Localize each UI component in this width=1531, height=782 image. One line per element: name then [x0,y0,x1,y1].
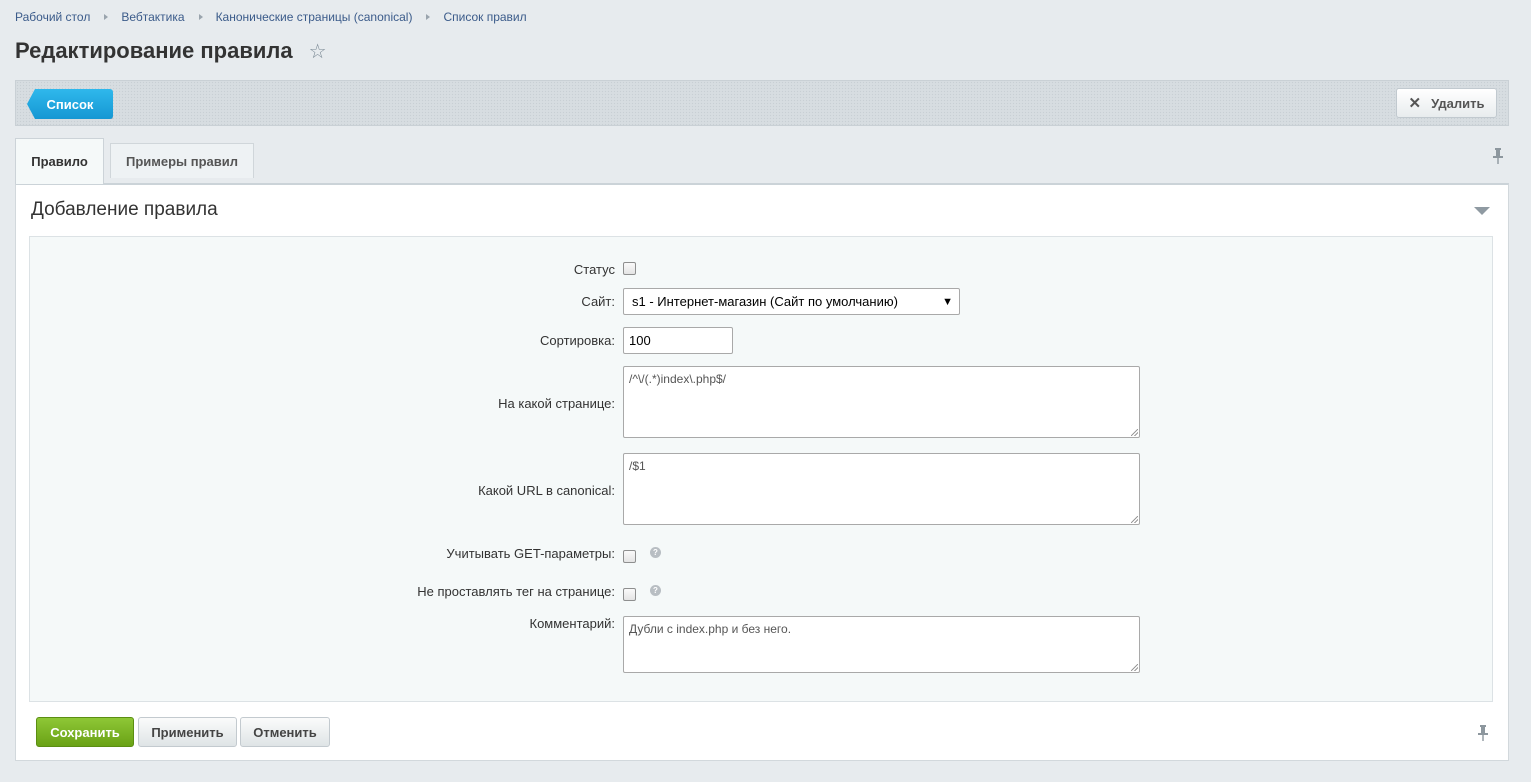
pin-icon[interactable] [1478,725,1488,745]
no-tag-checkbox[interactable] [623,588,636,601]
comment-textarea[interactable]: Дубли с index.php и без него. [623,616,1140,673]
breadcrumb-item-desktop[interactable]: Рабочий стол [15,10,90,24]
form-area: Статус Сайт: s1 - Интернет-магазин (Сайт… [29,236,1493,702]
pin-icon[interactable] [1493,148,1503,168]
site-select-value: s1 - Интернет-магазин (Сайт по умолчанию… [632,294,898,309]
list-button[interactable]: Список [27,89,113,119]
page-title: Редактирование правила [15,38,293,63]
save-button[interactable]: Сохранить [36,717,134,747]
page-label: На какой странице: [498,396,615,411]
status-label: Статус [573,262,615,277]
toolbar: Список ✕ Удалить [15,80,1509,126]
breadcrumb-separator-icon [104,14,109,20]
breadcrumb-item-rules-list[interactable]: Список правил [443,10,526,24]
star-icon[interactable]: ☆ [309,39,327,64]
close-icon: ✕ [1408,95,1422,112]
get-params-label: Учитывать GET-параметры: [446,546,615,561]
site-label: Сайт: [581,294,615,309]
site-select[interactable]: s1 - Интернет-магазин (Сайт по умолчанию… [623,288,960,315]
delete-button-label: Удалить [1431,95,1485,111]
breadcrumb: Рабочий стол Вебтактика Канонические стр… [15,10,527,24]
breadcrumb-separator-icon [198,14,203,20]
status-checkbox[interactable] [623,262,636,275]
canonical-label: Какой URL в canonical: [478,483,615,498]
help-icon[interactable]: ? [650,585,661,596]
chevron-down-icon: ▼ [942,296,953,308]
chevron-down-icon[interactable] [1474,207,1490,215]
apply-button[interactable]: Применить [138,717,237,747]
delete-button[interactable]: ✕ Удалить [1396,88,1497,118]
sort-input[interactable]: 100 [623,327,733,354]
sort-label: Сортировка: [540,333,615,348]
edit-panel: Добавление правила Статус Сайт: s1 - Инт… [15,183,1509,761]
canonical-textarea[interactable]: /$1 [623,453,1140,525]
breadcrumb-item-webtaktika[interactable]: Вебтактика [121,10,184,24]
tab-rule[interactable]: Правило [15,138,104,184]
comment-label: Комментарий: [529,616,616,631]
section-title: Добавление правила [31,199,218,220]
tab-rule-examples[interactable]: Примеры правил [110,143,254,178]
page-title-row: Редактирование правила ☆ [15,38,327,64]
no-tag-label: Не проставлять тег на странице: [417,584,615,599]
breadcrumb-item-canonical[interactable]: Канонические страницы (canonical) [216,10,413,24]
breadcrumb-separator-icon [426,14,431,20]
get-params-checkbox[interactable] [623,550,636,563]
help-icon[interactable]: ? [650,547,661,558]
page-textarea[interactable]: /^\/(.*)index\.php$/ [623,366,1140,438]
cancel-button[interactable]: Отменить [240,717,330,747]
